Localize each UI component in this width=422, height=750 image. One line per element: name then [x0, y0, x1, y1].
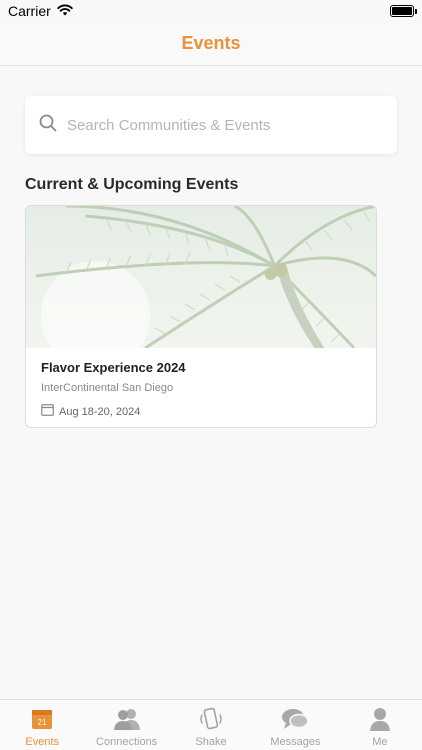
navigation-bar: Events	[0, 22, 422, 66]
event-image	[26, 206, 376, 348]
event-venue: InterContinental San Diego	[41, 382, 174, 394]
search-input[interactable]	[67, 116, 367, 134]
section-title: Current & Upcoming Events	[25, 176, 239, 193]
phone-shake-icon	[198, 706, 224, 732]
search-bar[interactable]	[25, 96, 397, 154]
tab-label: Messages	[270, 736, 321, 748]
calendar-badge: 21	[38, 718, 47, 727]
carrier-label: Carrier	[8, 3, 51, 19]
tab-me[interactable]: Me	[338, 700, 422, 750]
calendar-icon: 21	[31, 706, 53, 732]
tab-connections[interactable]: Connections	[84, 700, 168, 750]
tab-events[interactable]: 21 Events	[0, 700, 84, 750]
tab-label: Me	[372, 736, 388, 748]
calendar-icon	[41, 403, 54, 421]
tab-label: Shake	[195, 736, 227, 748]
event-date-row: Aug 18-20, 2024	[41, 403, 361, 421]
tab-label: Connections	[96, 736, 158, 748]
tab-shake[interactable]: Shake	[169, 700, 253, 750]
tab-bar: 21 Events Connections Shake Messages Me	[0, 699, 422, 750]
status-left: Carrier	[8, 3, 73, 19]
wifi-icon	[57, 3, 73, 19]
status-bar: Carrier	[0, 0, 422, 22]
tab-messages[interactable]: Messages	[253, 700, 337, 750]
tab-label: Events	[25, 736, 60, 748]
event-info: Flavor Experience 2024 InterContinental …	[26, 348, 376, 427]
search-icon	[39, 114, 57, 137]
battery-icon	[390, 5, 417, 17]
people-icon	[113, 706, 141, 732]
page-title: Events	[181, 33, 241, 53]
event-name: Flavor Experience 2024	[41, 360, 186, 375]
chat-bubbles-icon	[281, 706, 310, 732]
event-date: Aug 18-20, 2024	[59, 406, 141, 418]
event-card[interactable]: Flavor Experience 2024 InterContinental …	[25, 205, 377, 428]
person-icon	[369, 706, 391, 732]
